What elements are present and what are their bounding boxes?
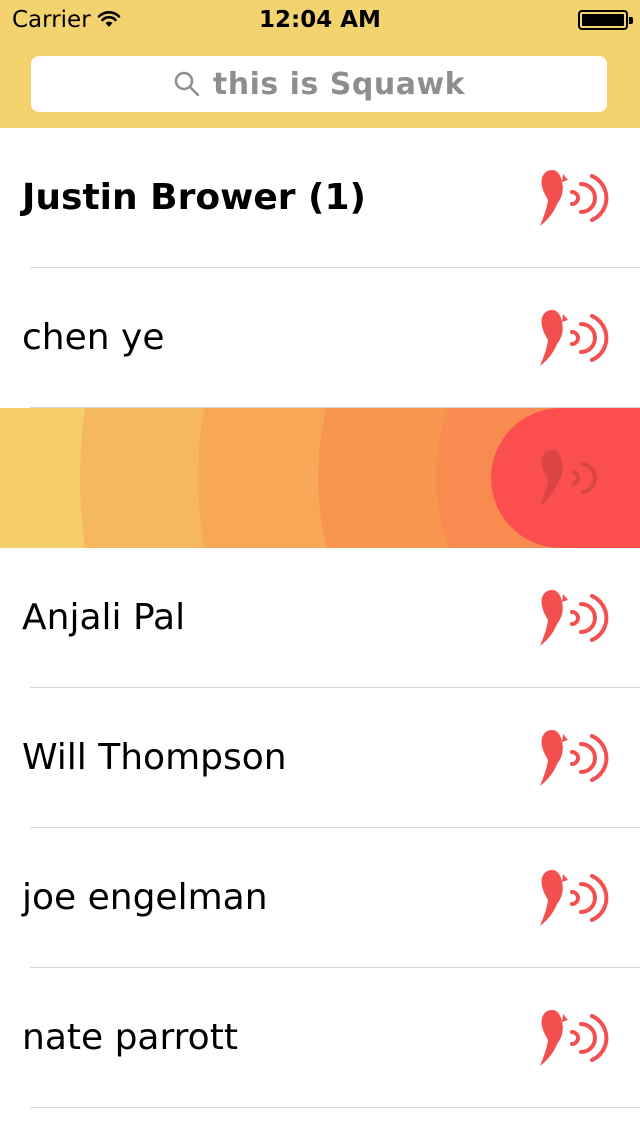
search-field[interactable]: this is Squawk [31, 56, 607, 112]
row-separator [30, 1107, 640, 1108]
status-bar: Carrier 12:04 AM [0, 0, 640, 40]
contact-row[interactable]: Will Thompson [0, 688, 640, 828]
contact-name: joe engelman [22, 877, 268, 918]
squawk-bird-icon [540, 450, 597, 506]
contact-row[interactable]: Anjali Pal [0, 548, 640, 688]
recording-row[interactable] [0, 408, 640, 548]
squawk-bird-icon[interactable] [530, 304, 610, 374]
contact-name: chen ye [22, 317, 165, 358]
squawk-bird-icon[interactable] [530, 1004, 610, 1074]
contact-name: Anjali Pal [22, 597, 186, 638]
search-placeholder: this is Squawk [212, 66, 466, 102]
contact-list: Justin Brower (1) chen ye Anjali Pal Wil… [0, 128, 640, 1108]
contact-name: Justin Brower (1) [22, 177, 367, 218]
contact-row[interactable]: Justin Brower (1) [0, 128, 640, 268]
contact-name: nate parrott [22, 1017, 238, 1058]
squawk-bird-icon[interactable] [530, 724, 610, 794]
squawk-bird-icon[interactable] [530, 864, 610, 934]
header-bar: Carrier 12:04 AM this is Squawk [0, 0, 640, 129]
squawk-bird-icon[interactable] [530, 164, 610, 234]
contact-row[interactable]: chen ye [0, 268, 640, 408]
contact-row[interactable]: nate parrott [0, 968, 640, 1108]
status-time: 12:04 AM [259, 7, 381, 33]
squawk-bird-icon[interactable] [530, 584, 610, 654]
battery-icon [578, 10, 633, 30]
search-icon [174, 71, 200, 97]
contact-row[interactable]: joe engelman [0, 828, 640, 968]
contact-name: Will Thompson [22, 737, 287, 778]
